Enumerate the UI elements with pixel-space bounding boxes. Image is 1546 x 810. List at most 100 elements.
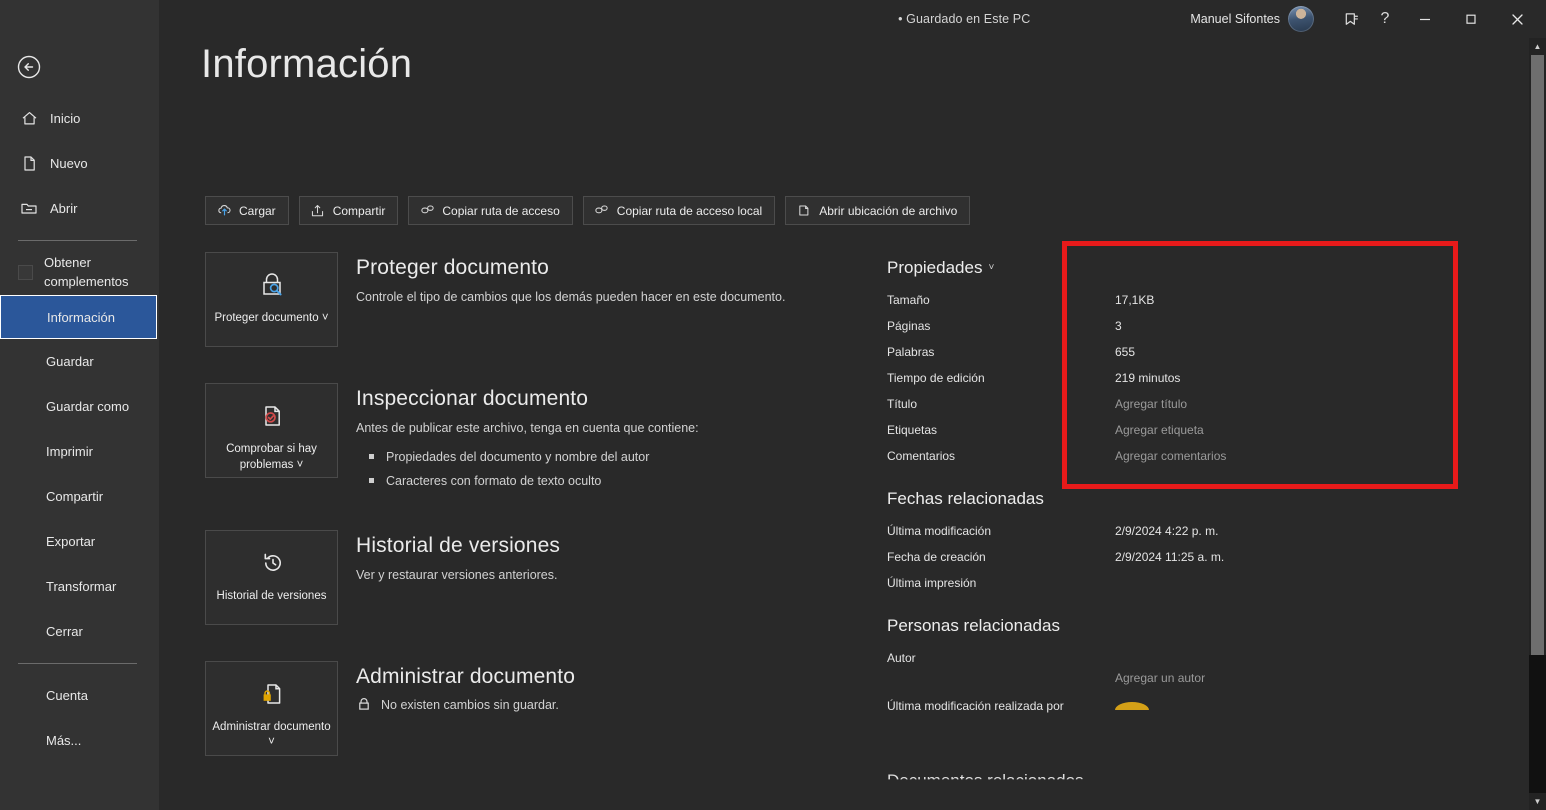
- date-key: Última modificación: [887, 518, 1115, 544]
- date-value: 2/9/2024 11:25 a. m.: [1115, 544, 1224, 570]
- related-documents-heading: Documentos relacionados: [887, 771, 1084, 791]
- author-slot: Agregar un autor Última modificación rea…: [887, 671, 1287, 767]
- sidebar-item-cerrar[interactable]: Cerrar: [0, 609, 159, 654]
- sidebar-item-transformar[interactable]: Transformar: [0, 564, 159, 609]
- file-actions-toolbar: Cargar Compartir Copia: [205, 196, 970, 225]
- sidebar-item-guardar-como[interactable]: Guardar como: [0, 384, 159, 429]
- button-label: Administrar documento ˅: [206, 720, 337, 751]
- chevron-down-icon: ˅: [988, 263, 994, 273]
- sidebar-nav: Inicio Nuevo Abrir: [0, 96, 159, 763]
- unsaved-changes-note: No existen cambios sin guardar.: [356, 696, 575, 715]
- historial-versiones-button[interactable]: Historial de versiones: [205, 530, 338, 625]
- sidebar-item-cuenta[interactable]: Cuenta: [0, 673, 159, 718]
- card-body: Inspeccionar documento Antes de publicar…: [338, 383, 699, 494]
- page-title: Información: [201, 42, 412, 87]
- sidebar-item-nuevo[interactable]: Nuevo: [0, 141, 159, 186]
- card-description: Antes de publicar este archivo, tenga en…: [356, 418, 699, 438]
- card-body: Proteger documento Controle el tipo de c…: [338, 252, 785, 347]
- sidebar-divider-top: [18, 240, 137, 241]
- sidebar-item-inicio[interactable]: Inicio: [0, 96, 159, 141]
- card-heading: Historial de versiones: [356, 534, 560, 558]
- backstage-content: Información Cargar: [159, 0, 1546, 810]
- date-row-fecha-creacion: Fecha de creación 2/9/2024 11:25 a. m.: [887, 544, 1287, 570]
- property-value: 17,1KB: [1115, 287, 1154, 313]
- unsaved-changes-icon: [356, 696, 372, 715]
- card-heading: Inspeccionar documento: [356, 387, 699, 411]
- help-icon[interactable]: ?: [1368, 2, 1402, 36]
- back-button[interactable]: [14, 52, 44, 82]
- sidebar-item-label: Obtener complementos: [44, 254, 159, 292]
- manage-document-icon: [255, 676, 289, 712]
- people-key: Autor: [887, 645, 1115, 671]
- property-key: Páginas: [887, 313, 1115, 339]
- property-value-placeholder[interactable]: Agregar título: [1115, 391, 1187, 417]
- card-historial-versiones: Historial de versiones Historial de vers…: [205, 530, 905, 625]
- ribbon-display-options-icon[interactable]: [1334, 2, 1368, 36]
- minimize-button[interactable]: [1402, 2, 1448, 36]
- card-bullet: Caracteres con formato de texto oculto: [356, 469, 699, 493]
- avatar[interactable]: [1288, 6, 1314, 32]
- sidebar-item-compartir[interactable]: Compartir: [0, 474, 159, 519]
- sidebar-item-imprimir[interactable]: Imprimir: [0, 429, 159, 474]
- property-value-placeholder[interactable]: Agregar comentarios: [1115, 443, 1226, 469]
- property-value-placeholder[interactable]: Agregar etiqueta: [1115, 417, 1204, 443]
- close-button[interactable]: [1494, 2, 1540, 36]
- property-value: 3: [1115, 313, 1122, 339]
- date-value: 2/9/2024 4:22 p. m.: [1115, 518, 1218, 544]
- sidebar-item-label: Guardar: [46, 354, 94, 369]
- note-text: No existen cambios sin guardar.: [381, 698, 559, 712]
- card-heading: Proteger documento: [356, 256, 785, 280]
- date-row-ultima-modificacion: Última modificación 2/9/2024 4:22 p. m.: [887, 518, 1287, 544]
- date-key: Última impresión: [887, 570, 1115, 596]
- info-cards: Proteger documento ˅ Proteger documento …: [205, 252, 905, 792]
- sidebar-item-label: Compartir: [46, 489, 103, 504]
- abrir-ubicacion-archivo-button[interactable]: Abrir ubicación de archivo: [785, 196, 970, 225]
- property-row-tiempo-edicion: Tiempo de edición 219 minutos: [887, 365, 1287, 391]
- sidebar-item-mas[interactable]: Más...: [0, 718, 159, 763]
- button-label: Copiar ruta de acceso local: [617, 204, 762, 218]
- sidebar-item-exportar[interactable]: Exportar: [0, 519, 159, 564]
- sidebar-item-obtener-complementos[interactable]: Obtener complementos: [0, 250, 159, 295]
- card-body: Historial de versiones Ver y restaurar v…: [338, 530, 560, 625]
- compartir-button[interactable]: Compartir: [299, 196, 399, 225]
- sidebar-item-label: Cuenta: [46, 688, 88, 703]
- open-folder-icon: [18, 198, 40, 220]
- scroll-up-arrow-icon[interactable]: ▲: [1529, 38, 1546, 55]
- cargar-button[interactable]: Cargar: [205, 196, 289, 225]
- properties-heading[interactable]: Propiedades ˅: [887, 258, 1287, 278]
- copiar-ruta-acceso-button[interactable]: Copiar ruta de acceso: [408, 196, 572, 225]
- card-bullet: Propiedades del documento y nombre del a…: [356, 445, 699, 469]
- property-row-tamano: Tamaño 17,1KB: [887, 287, 1287, 313]
- card-proteger-documento: Proteger documento ˅ Proteger documento …: [205, 252, 905, 347]
- upload-cloud-icon: [216, 203, 232, 219]
- property-row-paginas: Páginas 3: [887, 313, 1287, 339]
- people-heading: Personas relacionadas: [887, 616, 1287, 636]
- sidebar-item-guardar[interactable]: Guardar: [0, 339, 159, 384]
- vertical-scrollbar[interactable]: ▲ ▼: [1529, 38, 1546, 810]
- help-label: ?: [1381, 11, 1390, 27]
- property-key: Comentarios: [887, 443, 1115, 469]
- restore-button[interactable]: [1448, 2, 1494, 36]
- copiar-ruta-acceso-local-button[interactable]: Copiar ruta de acceso local: [583, 196, 775, 225]
- sidebar-item-informacion[interactable]: Información: [0, 295, 157, 339]
- comprobar-problemas-button[interactable]: Comprobar si hay problemas ˅: [205, 383, 338, 478]
- sidebar-divider-bottom: [18, 663, 137, 664]
- home-icon: [18, 108, 40, 130]
- scrollbar-thumb[interactable]: [1531, 55, 1544, 655]
- properties-heading-label: Propiedades: [887, 258, 982, 278]
- property-row-palabras: Palabras 655: [887, 339, 1287, 365]
- properties-panel: Propiedades ˅ Tamaño 17,1KB Páginas 3 Pa…: [887, 258, 1287, 767]
- proteger-documento-button[interactable]: Proteger documento ˅: [205, 252, 338, 347]
- account-name-label: Manuel Sifontes: [1190, 12, 1280, 26]
- sidebar-item-abrir[interactable]: Abrir: [0, 186, 159, 231]
- section-spacer: [887, 596, 1287, 616]
- administrar-documento-button[interactable]: Administrar documento ˅: [205, 661, 338, 756]
- button-label: Copiar ruta de acceso: [442, 204, 559, 218]
- scrollbar-track[interactable]: [1529, 655, 1546, 793]
- scroll-down-arrow-icon[interactable]: ▼: [1529, 793, 1546, 810]
- property-row-titulo: Título Agregar título: [887, 391, 1287, 417]
- add-author-link[interactable]: Agregar un autor: [1115, 671, 1205, 685]
- card-description: Ver y restaurar versiones anteriores.: [356, 565, 560, 585]
- sidebar-item-label: Transformar: [46, 579, 116, 594]
- sidebar-item-label: Información: [47, 310, 115, 325]
